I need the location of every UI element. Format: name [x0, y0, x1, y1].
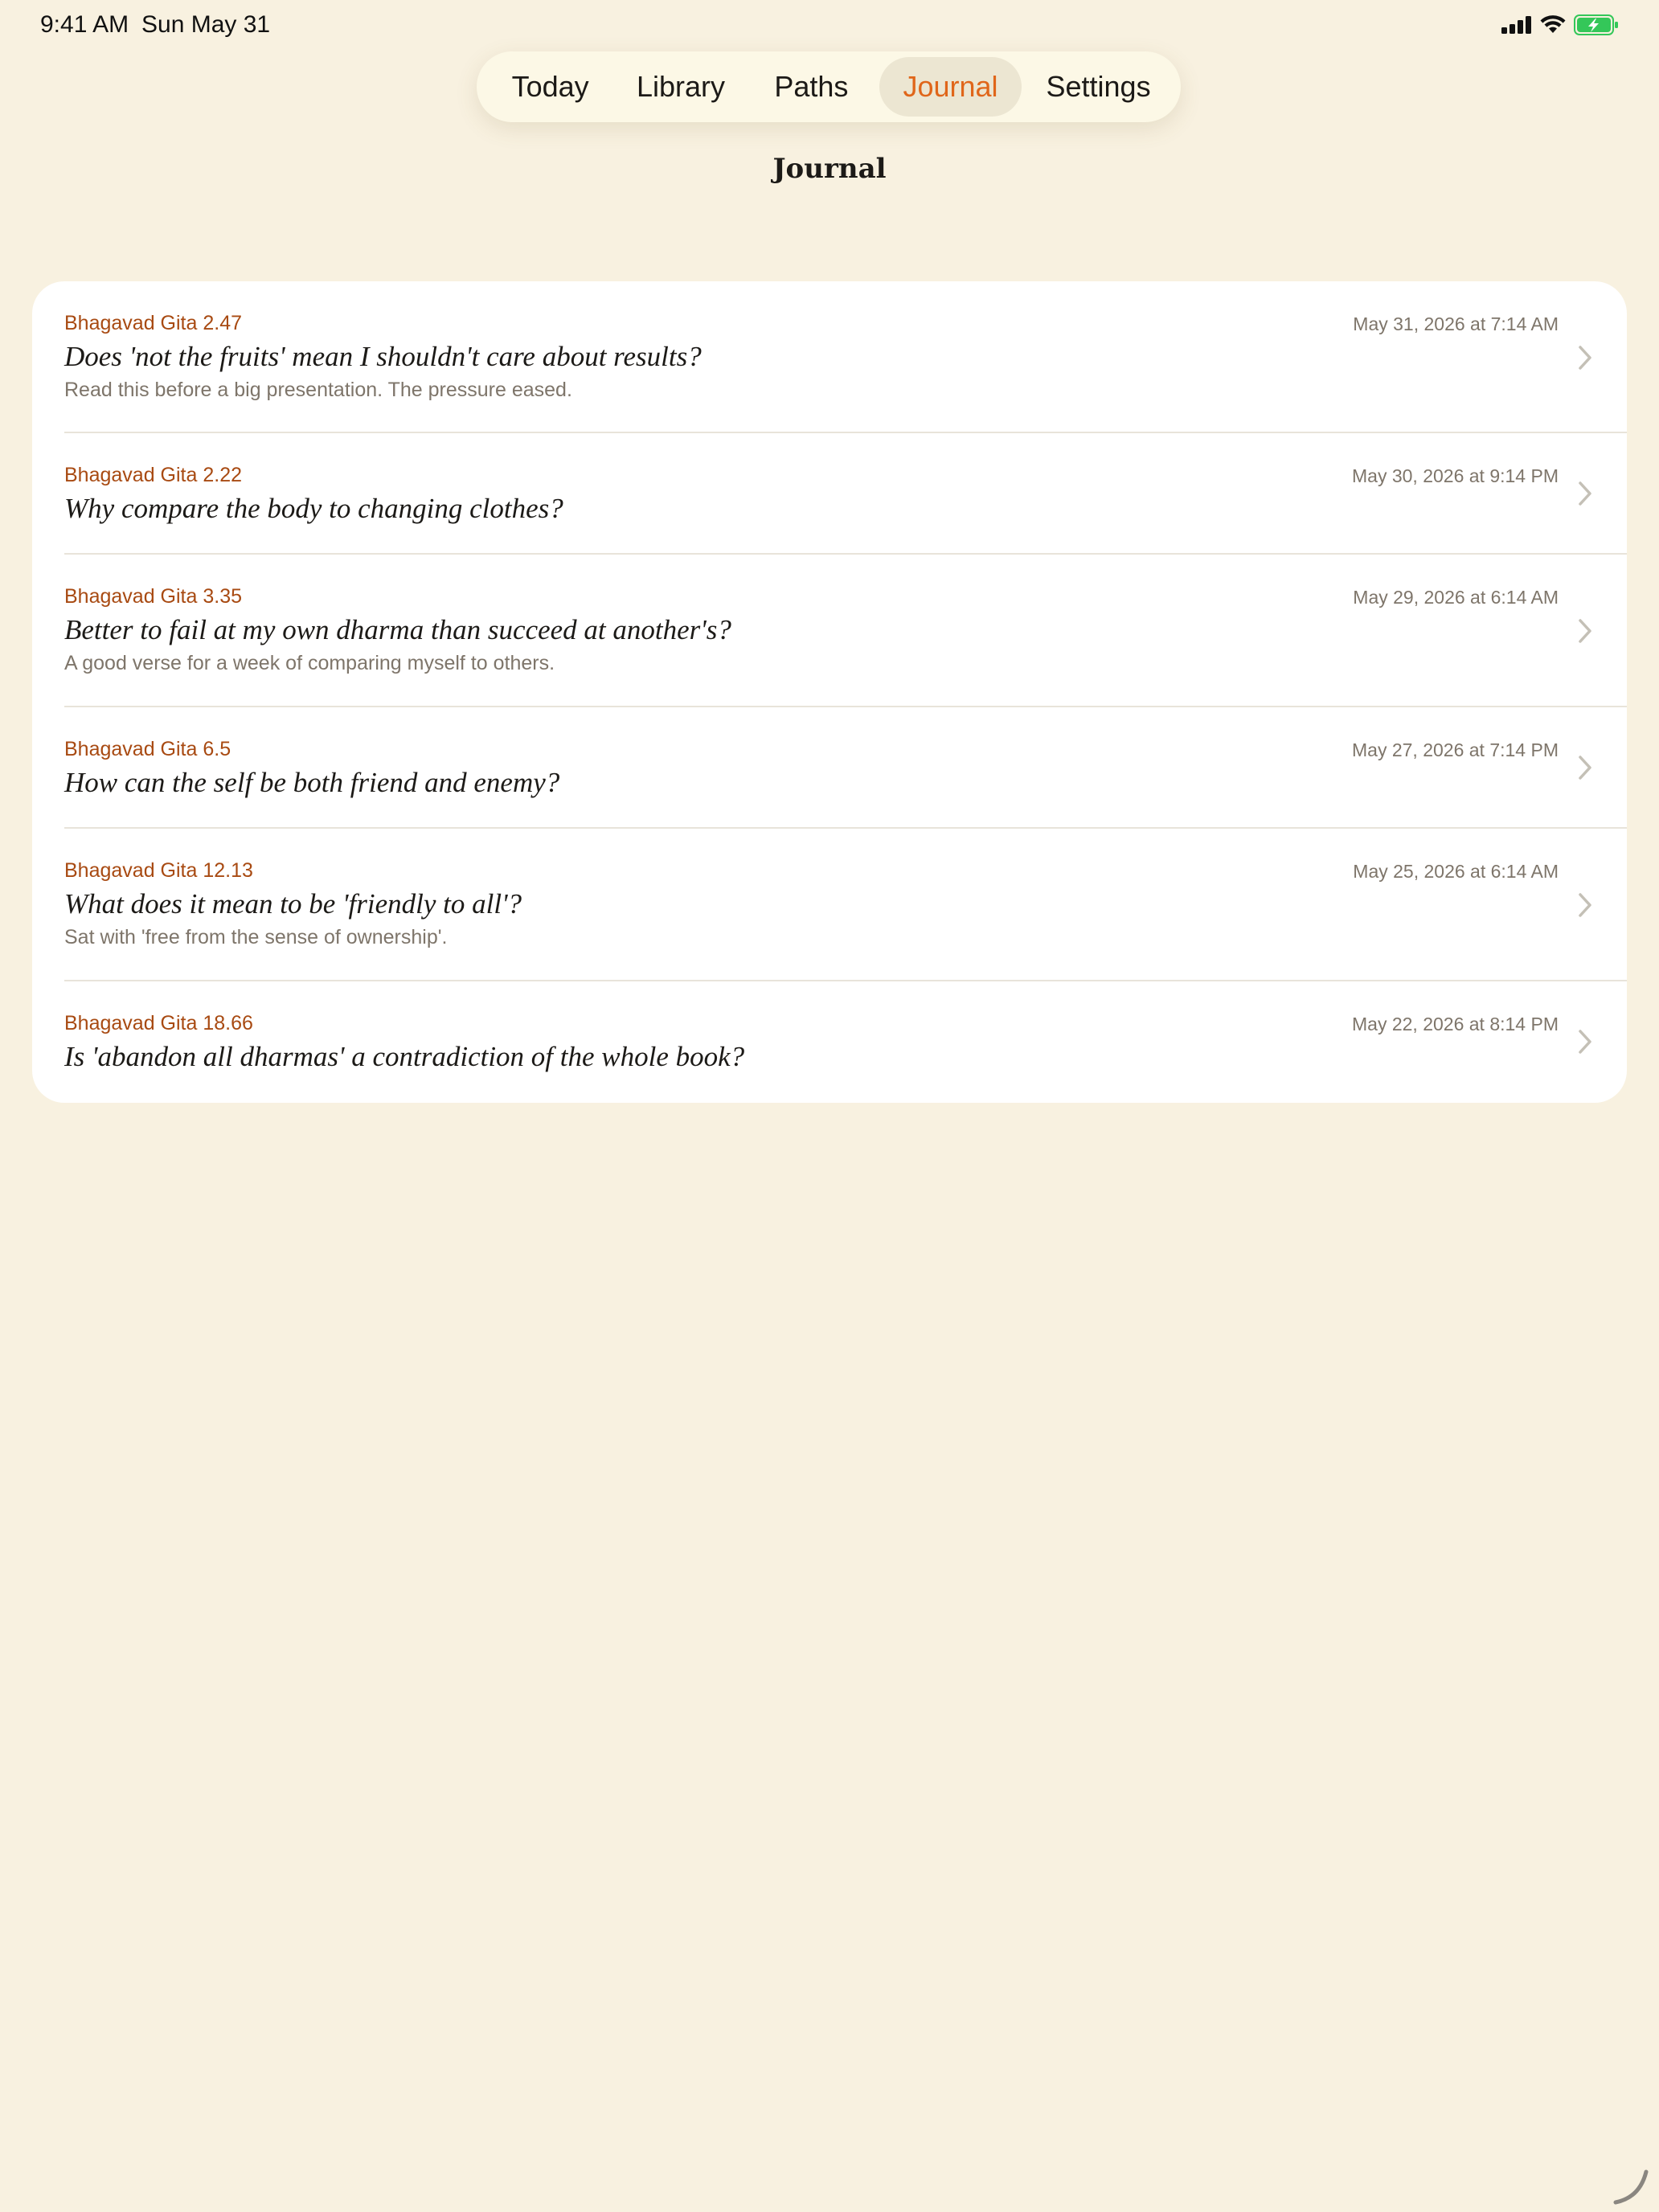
tab-library[interactable]: Library [618, 57, 743, 117]
entry-reference: Bhagavad Gita 18.66 [64, 1012, 253, 1034]
entry-reference: Bhagavad Gita 2.47 [64, 312, 242, 334]
entry-reference: Bhagavad Gita 2.22 [64, 464, 242, 486]
entry-reference: Bhagavad Gita 3.35 [64, 585, 242, 608]
page-title: Journal [772, 153, 887, 185]
chevron-right-icon [1579, 481, 1591, 506]
tab-journal[interactable]: Journal [879, 57, 1022, 117]
entry-question: How can the self be both friend and enem… [64, 767, 560, 798]
tab-settings[interactable]: Settings [1022, 57, 1175, 117]
entry-date: May 22, 2026 at 8:14 PM [1352, 1014, 1559, 1034]
chevron-right-icon [1579, 619, 1591, 643]
journal-entry[interactable]: Bhagavad Gita 2.22 May 30, 2026 at 9:14 … [32, 433, 1627, 555]
status-time: 9:41 AM [40, 11, 129, 38]
status-date: Sun May 31 [141, 11, 271, 38]
tab-today[interactable]: Today [482, 57, 618, 117]
corner-grabber-icon[interactable] [1611, 2167, 1651, 2207]
entry-reference: Bhagavad Gita 6.5 [64, 738, 231, 760]
journal-entry[interactable]: Bhagavad Gita 6.5 May 27, 2026 at 7:14 P… [32, 707, 1627, 829]
entry-date: May 25, 2026 at 6:14 AM [1353, 861, 1559, 882]
entry-reference: Bhagavad Gita 12.13 [64, 859, 253, 882]
cellular-signal-icon [1501, 16, 1531, 34]
wifi-icon [1540, 15, 1566, 33]
journal-entry[interactable]: Bhagavad Gita 18.66 May 22, 2026 at 8:14… [32, 981, 1627, 1103]
entry-date: May 27, 2026 at 7:14 PM [1352, 739, 1559, 760]
entry-note: A good verse for a week of comparing mys… [64, 652, 555, 674]
status-bar: 9:41 AM Sun May 31 [0, 0, 1659, 51]
chevron-right-icon [1579, 346, 1591, 370]
entry-date: May 29, 2026 at 6:14 AM [1353, 587, 1559, 608]
entry-question: Why compare the body to changing clothes… [64, 493, 563, 524]
entry-date: May 30, 2026 at 9:14 PM [1352, 465, 1559, 486]
journal-list: Bhagavad Gita 2.47 May 31, 2026 at 7:14 … [32, 281, 1627, 1103]
entry-question: What does it mean to be 'friendly to all… [64, 888, 522, 920]
entry-date: May 31, 2026 at 7:14 AM [1353, 313, 1559, 334]
entry-question: Better to fail at my own dharma than suc… [64, 614, 731, 645]
journal-entry[interactable]: Bhagavad Gita 2.47 May 31, 2026 at 7:14 … [32, 281, 1627, 433]
tab-paths[interactable]: Paths [743, 57, 879, 117]
battery-charging-icon [1574, 14, 1618, 35]
journal-entry[interactable]: Bhagavad Gita 3.35 May 29, 2026 at 6:14 … [32, 555, 1627, 707]
chevron-right-icon [1579, 893, 1591, 917]
chevron-right-icon [1579, 1030, 1591, 1054]
chevron-right-icon [1579, 756, 1591, 780]
entry-note: Read this before a big presentation. The… [64, 379, 572, 401]
entry-note: Sat with 'free from the sense of ownersh… [64, 926, 448, 948]
status-icons [1501, 13, 1619, 37]
top-tab-bar: Today Library Paths Journal Settings [477, 51, 1181, 122]
entry-question: Does 'not the fruits' mean I shouldn't c… [64, 341, 702, 372]
entry-question: Is 'abandon all dharmas' a contradiction… [64, 1041, 745, 1072]
journal-entry[interactable]: Bhagavad Gita 12.13 May 25, 2026 at 6:14… [32, 829, 1627, 981]
